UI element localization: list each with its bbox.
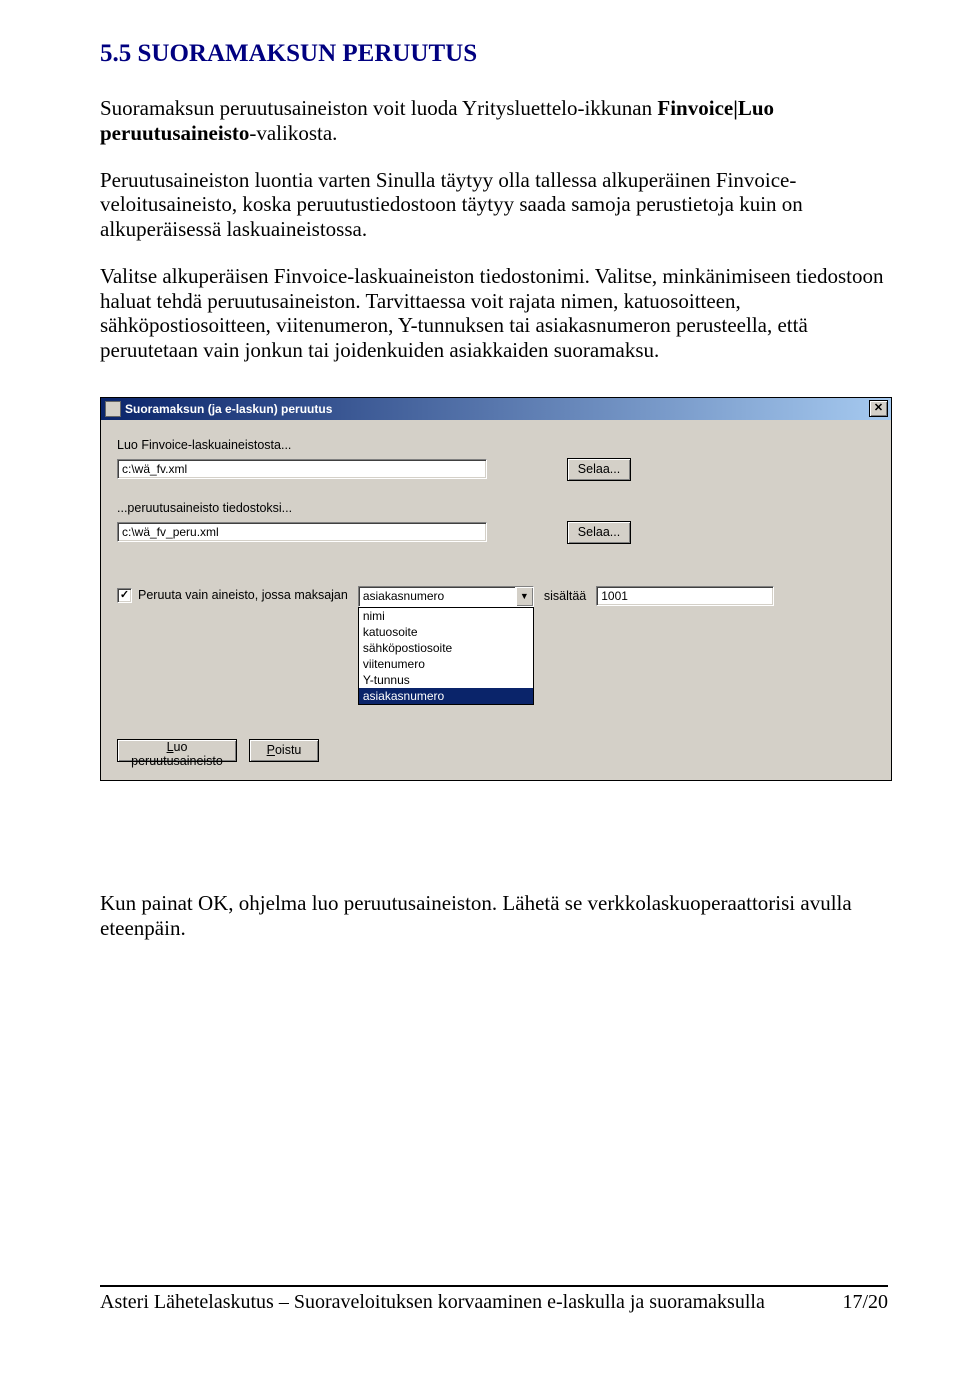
source-file-input[interactable] <box>117 459 487 479</box>
close-icon[interactable]: ✕ <box>869 400 888 417</box>
page-footer: Asteri Lähetelaskutus – Suoraveloituksen… <box>100 1285 888 1314</box>
target-file-label: ...peruutusaineisto tiedostoksi... <box>117 501 875 515</box>
paragraph-1: Suoramaksun peruutusaineiston voit luoda… <box>100 96 888 146</box>
listbox-option[interactable]: Y-tunnus <box>359 672 533 688</box>
paragraph-4: Kun painat OK, ohjelma luo peruutusainei… <box>100 891 888 941</box>
target-file-input[interactable] <box>117 522 487 542</box>
browse-source-button[interactable]: Selaa... <box>567 458 631 481</box>
footer-divider <box>100 1285 888 1287</box>
section-heading: 5.5 SUORAMAKSUN PERUUTUS <box>100 40 888 68</box>
filter-value-input[interactable] <box>596 586 774 606</box>
listbox-option[interactable]: katuosoite <box>359 624 533 640</box>
page-number: 17/20 <box>842 1291 888 1314</box>
cancellation-dialog: Suoramaksun (ja e-laskun) peruutus ✕ Luo… <box>100 397 892 781</box>
footer-text: Asteri Lähetelaskutus – Suoraveloituksen… <box>100 1291 765 1314</box>
dialog-titlebar[interactable]: Suoramaksun (ja e-laskun) peruutus ✕ <box>101 398 891 420</box>
paragraph-2: Peruutusaineiston luontia varten Sinulla… <box>100 168 888 242</box>
btn-exit-label: oistu <box>275 743 301 757</box>
listbox-option[interactable]: asiakasnumero <box>359 688 533 704</box>
source-file-label: Luo Finvoice-laskuaineistosta... <box>117 438 875 452</box>
filter-field-combobox[interactable]: asiakasnumero ▼ <box>358 586 534 607</box>
browse-target-button[interactable]: Selaa... <box>567 521 631 544</box>
combobox-selected-value: asiakasnumero <box>359 587 515 606</box>
create-cancellation-button[interactable]: Luo peruutusaineisto <box>117 739 237 762</box>
para1-text-c: -valikosta. <box>249 121 337 145</box>
filter-checkbox-label: Peruuta vain aineisto, jossa maksajan <box>138 588 348 602</box>
filter-field-listbox[interactable]: nimikatuosoitesähköpostiosoiteviitenumer… <box>358 607 534 705</box>
btn-create-hotkey: L <box>167 740 174 754</box>
dialog-title: Suoramaksun (ja e-laskun) peruutus <box>125 402 332 416</box>
btn-exit-hotkey: P <box>267 743 275 757</box>
chevron-down-icon[interactable]: ▼ <box>515 587 533 606</box>
contains-label: sisältää <box>544 589 586 603</box>
dialog-app-icon <box>105 401 121 417</box>
listbox-option[interactable]: viitenumero <box>359 656 533 672</box>
listbox-option[interactable]: nimi <box>359 608 533 624</box>
listbox-option[interactable]: sähköpostiosoite <box>359 640 533 656</box>
btn-create-label: uo peruutusaineisto <box>131 740 223 768</box>
filter-checkbox[interactable]: ✓ <box>117 588 132 603</box>
para1-text-a: Suoramaksun peruutusaineiston voit luoda… <box>100 96 657 120</box>
exit-button[interactable]: Poistu <box>249 739 319 762</box>
paragraph-3: Valitse alkuperäisen Finvoice-laskuainei… <box>100 264 888 363</box>
